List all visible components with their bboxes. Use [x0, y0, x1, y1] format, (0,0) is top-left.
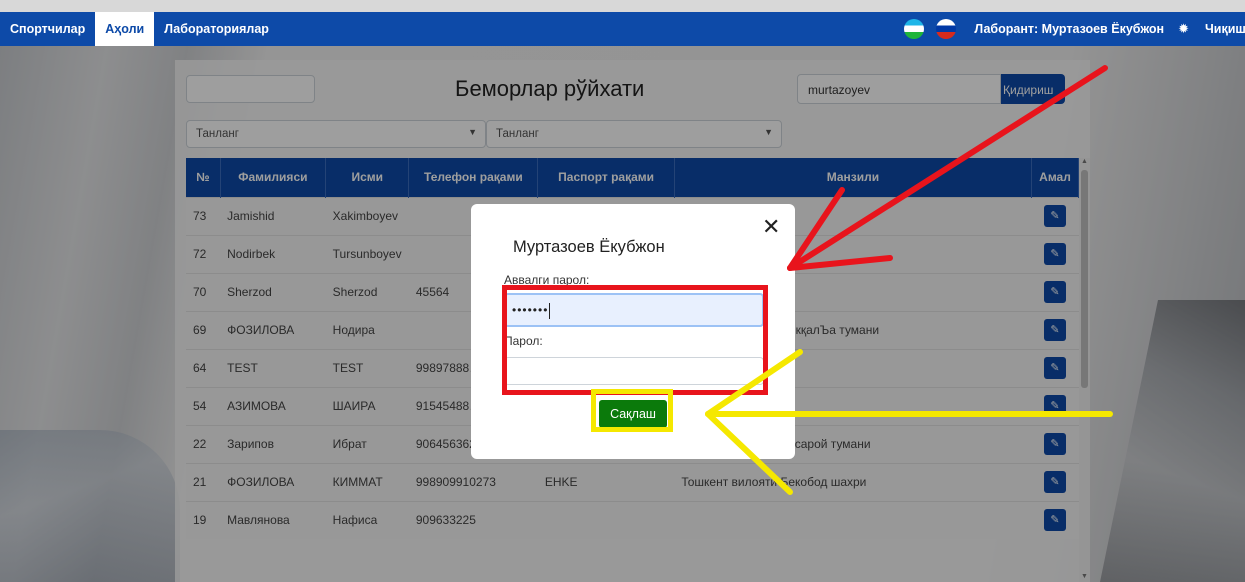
nav-right-group: Лаборант: Муртазоев Ёкубжон ✹ Чиқиш — [904, 12, 1245, 46]
logout-link[interactable]: Чиқиш — [1205, 22, 1245, 36]
modal-title: Муртазоев Ёкубжон — [513, 238, 665, 256]
uz-flag-icon[interactable] — [904, 19, 925, 39]
nav-item-population[interactable]: Аҳоли — [95, 12, 155, 46]
red-highlight-box — [502, 285, 768, 395]
close-icon[interactable]: ✕ — [762, 214, 780, 240]
yellow-highlight-box — [591, 389, 673, 432]
nav-item-sportsmen[interactable]: Спортчилар — [0, 12, 95, 46]
gear-icon[interactable]: ✹ — [1178, 21, 1189, 37]
ru-flag-icon[interactable] — [936, 19, 957, 39]
nav-item-laboratories[interactable]: Лабораториялар — [154, 12, 279, 46]
user-label[interactable]: Лаборант: Муртазоев Ёкубжон — [974, 22, 1164, 36]
top-navbar: Спортчилар Аҳоли Лабораториялар Лаборант… — [0, 12, 1245, 46]
